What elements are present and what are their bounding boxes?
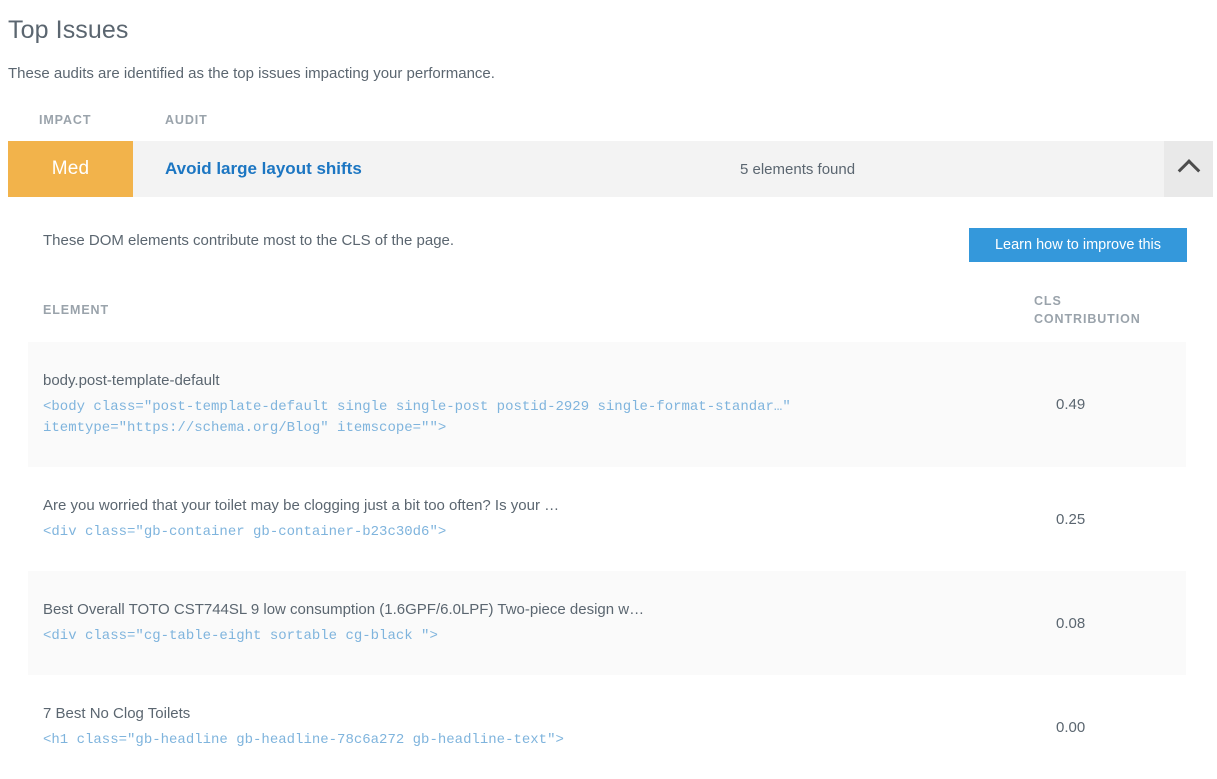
element-label: body.post-template-default bbox=[43, 372, 220, 389]
table-row: body.post-template-default <body class="p… bbox=[0, 342, 1217, 467]
column-header-impact: IMPACT bbox=[39, 113, 92, 127]
element-label: Are you worried that your toilet may be … bbox=[43, 497, 560, 514]
column-header-element: ELEMENT bbox=[43, 303, 110, 317]
row-content: 7 Best No Clog Toilets <h1 class="gb-head… bbox=[0, 675, 1217, 779]
page-subtitle: These audits are identified as the top i… bbox=[8, 65, 495, 82]
cls-contribution-value: 0.25 bbox=[1056, 510, 1086, 528]
row-content: Are you worried that your toilet may be … bbox=[0, 467, 1217, 571]
column-header-cls-contribution: CLS CONTRIBUTION bbox=[1034, 292, 1174, 328]
elements-table-header: ELEMENT CLS CONTRIBUTION bbox=[0, 292, 1217, 342]
table-row: Best Overall TOTO CST744SL 9 low consump… bbox=[0, 571, 1217, 675]
row-content: Best Overall TOTO CST744SL 9 low consump… bbox=[0, 571, 1217, 675]
elements-table-body: body.post-template-default <body class="p… bbox=[0, 342, 1217, 779]
cls-contribution-value: 0.49 bbox=[1056, 396, 1086, 413]
chevron-up-icon bbox=[1177, 159, 1200, 182]
audit-title-link[interactable]: Avoid large layout shifts bbox=[165, 141, 362, 197]
elements-table: ELEMENT CLS CONTRIBUTION body.post-templ… bbox=[0, 292, 1217, 779]
element-code-snippet: <h1 class="gb-headline gb-headline-78c6a… bbox=[43, 732, 564, 748]
column-header-cls-line1: CLS bbox=[1034, 294, 1062, 308]
column-header-audit: AUDIT bbox=[165, 113, 208, 127]
audit-row-avoid-large-layout-shifts[interactable]: Med Avoid large layout shifts 5 elements… bbox=[8, 141, 1213, 197]
panel-description: These DOM elements contribute most to th… bbox=[43, 232, 455, 249]
page-title: Top Issues bbox=[8, 16, 129, 44]
element-code-snippet: <body class="post-template-default singl… bbox=[43, 399, 791, 436]
column-header-cls-line2: CONTRIBUTION bbox=[1034, 312, 1141, 326]
element-code-snippet: <div class="gb-container gb-container-b2… bbox=[43, 524, 447, 540]
impact-badge: Med bbox=[8, 141, 133, 197]
table-row: 7 Best No Clog Toilets <h1 class="gb-head… bbox=[0, 675, 1217, 779]
element-label: 7 Best No Clog Toilets bbox=[43, 705, 191, 722]
row-content: body.post-template-default <body class="p… bbox=[0, 342, 1217, 467]
audit-elements-found: 5 elements found bbox=[740, 160, 856, 178]
element-label: Best Overall TOTO CST744SL 9 low consump… bbox=[43, 601, 645, 618]
audit-collapse-toggle[interactable] bbox=[1164, 141, 1213, 197]
cls-contribution-value: 0.08 bbox=[1056, 614, 1086, 632]
element-code-snippet: <div class="cg-table-eight sortable cg-b… bbox=[43, 628, 438, 644]
cls-contribution-value: 0.00 bbox=[1056, 718, 1086, 736]
learn-how-to-improve-button[interactable]: Learn how to improve this bbox=[969, 228, 1187, 262]
top-issues-page: Top Issues These audits are identified a… bbox=[0, 0, 1217, 756]
audit-column-headers: IMPACT AUDIT bbox=[0, 112, 1217, 132]
table-row: Are you worried that your toilet may be … bbox=[0, 467, 1217, 571]
